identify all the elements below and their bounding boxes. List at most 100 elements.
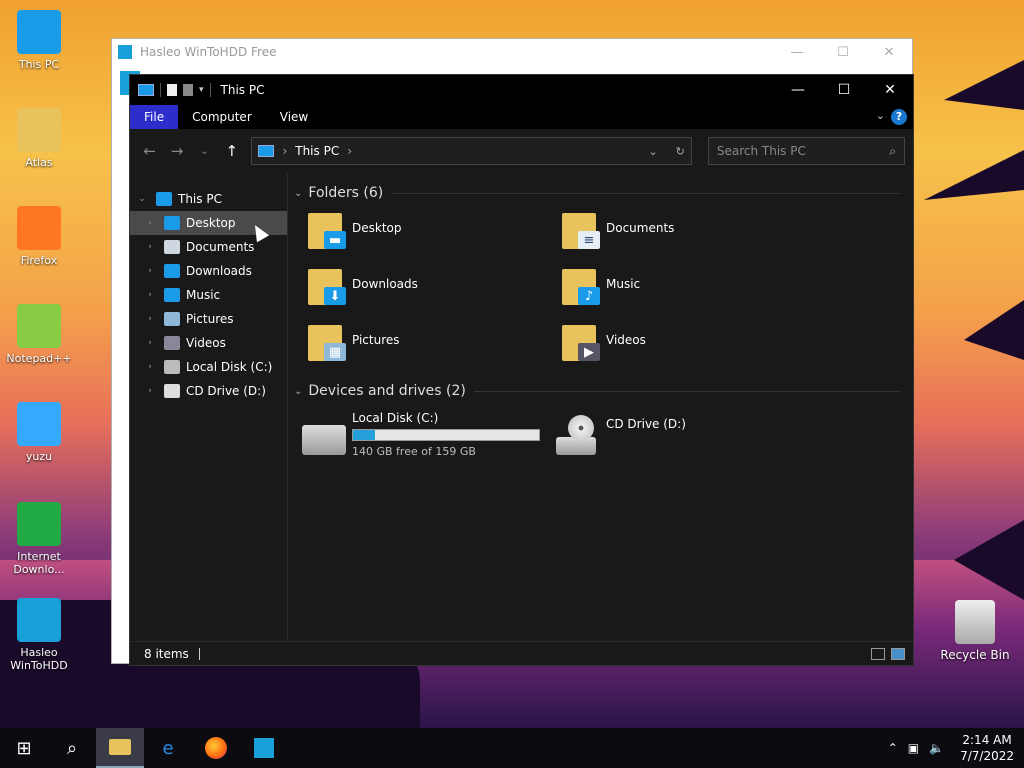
yuzu-icon [17, 402, 61, 446]
sidebar-item-local-disk-c[interactable]: › Local Disk (C:) [130, 355, 287, 379]
folder-downloads[interactable]: ⬇ Downloads [306, 265, 560, 321]
expand-chevron-icon[interactable]: › [144, 266, 156, 276]
sidebar-item-label: Downloads [186, 264, 252, 278]
drives-group-title: Devices and drives (2) [308, 383, 466, 399]
folder-name: Downloads [352, 277, 418, 291]
desktop-icon-label: Notepad++ [6, 352, 72, 365]
palm-tree-decoration [924, 60, 1024, 600]
drive-cd-d[interactable]: CD Drive (D:) [556, 411, 810, 458]
desktop-icon-internet-downlo[interactable]: Internet Downlo... [4, 502, 74, 576]
back-arrow-icon[interactable]: ← [138, 142, 161, 160]
expand-chevron-icon[interactable]: › [144, 314, 156, 324]
desktop-icon-firefox[interactable]: Firefox [4, 206, 74, 267]
desktop-icon-atlas[interactable]: Atlas [4, 108, 74, 169]
properties-icon[interactable] [167, 84, 177, 96]
desktop-icon-label: yuzu [25, 450, 53, 463]
large-icons-view-icon[interactable] [891, 647, 905, 660]
music-icon: ♪ [560, 265, 600, 307]
show-hidden-icons-chevron-icon[interactable]: ⌃ [888, 741, 898, 755]
desktop-icon: ▬ [306, 209, 346, 251]
breadcrumb-separator-icon[interactable]: › [347, 144, 352, 158]
expand-chevron-icon[interactable]: › [144, 290, 156, 300]
desktop-icon-hasleo-wintohdd[interactable]: Hasleo WinToHDD [4, 598, 74, 672]
file-explorer-icon[interactable] [96, 728, 144, 768]
drives-group-header[interactable]: ⌄ Devices and drives (2) [294, 379, 913, 403]
folder-pictures[interactable]: ▦ Pictures [306, 321, 560, 377]
sidebar-item-cd-drive-d[interactable]: › CD Drive (D:) [130, 379, 287, 403]
clock-time: 2:14 AM [962, 733, 1012, 747]
maximize-button[interactable]: ☐ [820, 39, 866, 65]
minimize-button[interactable]: — [774, 39, 820, 65]
forward-arrow-icon[interactable]: → [165, 142, 188, 160]
file-explorer-window[interactable]: ▾ This PC — ☐ ✕ File Computer View ⌄ ? ←… [129, 74, 914, 666]
expand-chevron-icon[interactable]: › [144, 218, 156, 228]
customize-quick-access-icon[interactable]: ▾ [199, 85, 204, 95]
computer-icon [17, 10, 61, 54]
drive-local-disk-c[interactable]: Local Disk (C:) 140 GB free of 159 GB [302, 411, 556, 458]
sidebar-item-videos[interactable]: › Videos [130, 331, 287, 355]
item-count: 8 items [144, 646, 189, 661]
desktop-icon-label: Internet Downlo... [13, 550, 65, 576]
desktop-icon-this-pc[interactable]: This PC [4, 10, 74, 71]
folder-icon [17, 108, 61, 152]
expand-chevron-icon[interactable]: › [144, 386, 156, 396]
wintohdd-icon [17, 598, 61, 642]
network-icon[interactable]: ▣ [908, 741, 919, 755]
recycle-bin[interactable]: Recycle Bin [940, 600, 1010, 662]
desktop-icon-yuzu[interactable]: yuzu [4, 402, 74, 463]
search-input[interactable]: Search This PC ⌕ [707, 137, 905, 165]
sidebar-item-this-pc[interactable]: ⌄ This PC [130, 187, 287, 211]
folder-documents[interactable]: ≡ Documents [560, 209, 814, 265]
expand-chevron-icon[interactable]: › [144, 338, 156, 348]
address-bar[interactable]: › This PC › ⌄ ↻ [251, 137, 692, 165]
firefox-icon[interactable] [192, 728, 240, 768]
expand-ribbon-chevron-icon[interactable]: ⌄ [876, 109, 885, 122]
search-icon: ⌕ [889, 143, 896, 158]
collapse-chevron-icon[interactable]: ⌄ [294, 386, 302, 397]
collapse-chevron-icon[interactable]: ⌄ [294, 188, 302, 199]
details-view-icon[interactable] [871, 647, 885, 660]
drive-usage-bar [352, 429, 540, 441]
sidebar-item-label: Documents [186, 240, 255, 254]
content-pane: ⌄ Folders (6) ▬ Desktop ≡ Documents ⬇ Downloa… [288, 173, 913, 641]
clock[interactable]: 2:14 AM 7/7/2022 [960, 732, 1014, 764]
tab-file[interactable]: File [130, 105, 179, 129]
breadcrumb-separator-icon[interactable]: › [282, 144, 287, 158]
new-folder-icon[interactable] [183, 84, 193, 96]
folder-videos[interactable]: ▶ Videos [560, 321, 814, 377]
breadcrumb-this-pc[interactable]: This PC [295, 144, 339, 158]
up-arrow-icon[interactable]: ↑ [220, 142, 243, 160]
sidebar-item-label: Pictures [186, 312, 234, 326]
minimize-button[interactable]: — [775, 75, 821, 105]
expand-chevron-icon[interactable]: › [144, 362, 156, 372]
tab-computer[interactable]: Computer [178, 105, 266, 129]
windows-start-icon[interactable]: ⊞ [0, 728, 48, 768]
tab-view[interactable]: View [266, 105, 322, 129]
explorer-titlebar[interactable]: ▾ This PC — ☐ ✕ [130, 75, 913, 105]
sidebar-item-downloads[interactable]: › Downloads [130, 259, 287, 283]
close-button[interactable]: ✕ [867, 75, 913, 105]
volume-muted-icon[interactable]: 🔈 [929, 741, 944, 755]
wintohdd-icon[interactable] [240, 728, 288, 768]
folder-music[interactable]: ♪ Music [560, 265, 814, 321]
collapse-chevron-icon[interactable]: ⌄ [136, 194, 148, 204]
maximize-button[interactable]: ☐ [821, 75, 867, 105]
refresh-icon[interactable]: ↻ [676, 145, 685, 158]
sidebar-item-music[interactable]: › Music [130, 283, 287, 307]
downloads-icon: ⬇ [306, 265, 346, 307]
cd-icon [164, 384, 180, 398]
documents-icon [164, 240, 180, 254]
help-icon[interactable]: ? [891, 109, 907, 125]
notepad-icon [17, 304, 61, 348]
expand-chevron-icon[interactable]: › [144, 242, 156, 252]
disk-icon [164, 360, 180, 374]
sidebar-item-pictures[interactable]: › Pictures [130, 307, 287, 331]
edge-icon[interactable]: e [144, 728, 192, 768]
recent-locations-chevron-icon[interactable]: ⌄ [193, 146, 216, 157]
folders-group-header[interactable]: ⌄ Folders (6) [294, 181, 913, 205]
folder-desktop[interactable]: ▬ Desktop [306, 209, 560, 265]
address-dropdown-chevron-icon[interactable]: ⌄ [648, 145, 657, 158]
search-icon[interactable]: ⌕ [48, 728, 96, 768]
close-button[interactable]: ✕ [866, 39, 912, 65]
desktop-icon-notepad[interactable]: Notepad++ [4, 304, 74, 365]
